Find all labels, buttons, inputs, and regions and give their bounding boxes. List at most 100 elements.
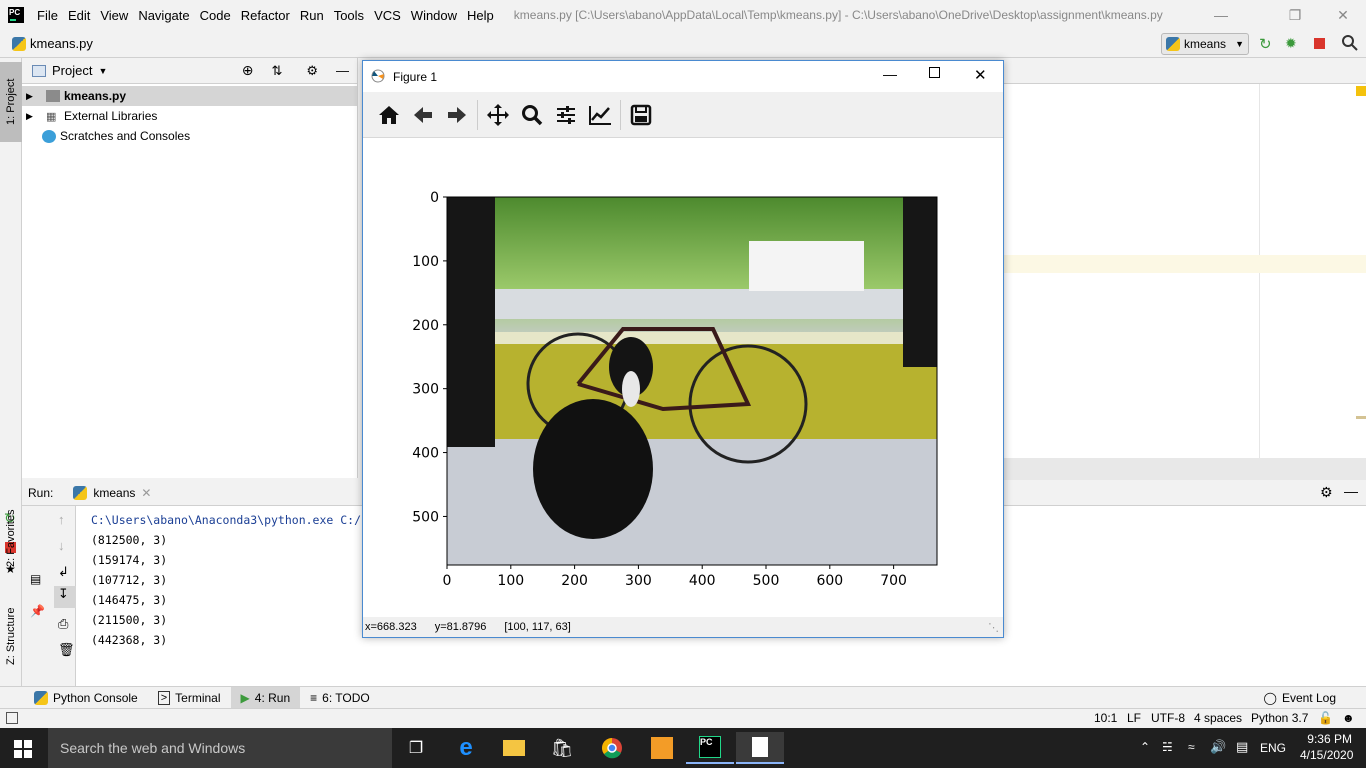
back-icon[interactable] (409, 101, 437, 129)
file-explorer-icon[interactable] (490, 732, 538, 764)
restore-window-button[interactable]: ❐ (1272, 0, 1318, 30)
lock-icon[interactable]: 🔓 (1318, 711, 1333, 725)
window-title: kmeans.py [C:\Users\abano\AppData\Local\… (513, 8, 1163, 22)
down-arrow-icon[interactable]: ↓ (58, 538, 65, 553)
edit-axis-icon[interactable] (586, 101, 614, 129)
caret-position[interactable]: 10:1 (1094, 711, 1117, 725)
close-window-button[interactable]: ✕ (1320, 0, 1366, 30)
volume-icon[interactable]: 🔊 (1210, 739, 1226, 755)
hide-panel-icon[interactable]: — (336, 63, 349, 78)
pdf-app-icon[interactable] (638, 732, 686, 764)
navigation-bar: kmeans.py kmeans ▼ ↻ ✹ (0, 30, 1366, 58)
collapse-icon[interactable]: ⇅ (271, 63, 282, 79)
inspection-indicator[interactable] (1356, 86, 1366, 96)
tree-item-label: External Libraries (64, 109, 158, 123)
event-log-tab[interactable]: ◯ Event Log (1254, 687, 1346, 709)
soft-wrap-icon[interactable]: ↲ (58, 564, 69, 580)
tree-item-kmeans[interactable]: ▶ kmeans.py (22, 86, 357, 106)
target-icon[interactable]: ⊕ (242, 62, 254, 79)
chevron-right-icon[interactable]: ▶ (26, 91, 36, 102)
plot-canvas[interactable]: 0 100 200 300 400 500 600 700 0 100 200 300 400 500 (363, 139, 1003, 619)
maximize-icon[interactable] (929, 67, 940, 78)
run-tab-button[interactable]: ▶ 4: Run (230, 686, 301, 709)
run-tab[interactable]: kmeans (93, 486, 135, 500)
menu-code[interactable]: Code (195, 8, 236, 23)
menu-bar: FileEditViewNavigateCodeRefactorRunTools… (0, 0, 1366, 30)
rerun-icon[interactable]: ↻ (1259, 35, 1275, 53)
inspector-icon[interactable]: ☻ (1342, 711, 1355, 725)
menu-file[interactable]: File (32, 8, 63, 23)
python-console-tab[interactable]: Python Console (24, 687, 148, 709)
minimize-icon[interactable]: — (883, 66, 897, 82)
project-panel-title[interactable]: Project (52, 63, 92, 78)
image-axes[interactable] (447, 197, 937, 565)
indent-setting[interactable]: 4 spaces (1194, 711, 1242, 725)
menu-run[interactable]: Run (295, 8, 329, 23)
chevron-down-icon[interactable]: ▼ (98, 66, 107, 76)
pan-icon[interactable] (484, 101, 512, 129)
trash-icon[interactable]: 🗑 (58, 642, 75, 658)
close-tab-icon[interactable]: ✕ (141, 486, 151, 500)
menu-tools[interactable]: Tools (329, 8, 369, 23)
menu-window[interactable]: Window (406, 8, 462, 23)
chrome-icon[interactable] (588, 732, 636, 764)
notepad-icon[interactable] (736, 732, 784, 764)
close-icon[interactable]: ✕ (974, 66, 987, 84)
taskbar-search-input[interactable]: Search the web and Windows (48, 728, 392, 768)
notification-icon[interactable]: ▤ (1236, 739, 1248, 755)
pycharm-taskbar-icon[interactable]: PC (686, 732, 734, 764)
menu-help[interactable]: Help (462, 8, 499, 23)
store-icon[interactable]: 🛍 (538, 732, 586, 764)
chevron-right-icon[interactable]: ▶ (26, 111, 36, 122)
hide-panel-icon[interactable]: — (1344, 483, 1358, 499)
minimize-window-button[interactable]: — (1198, 0, 1244, 30)
forward-icon[interactable] (443, 101, 471, 129)
figure-title-bar[interactable]: Figure 1 — ✕ (363, 61, 1003, 92)
edge-icon[interactable]: e (442, 732, 490, 764)
run-configuration-select[interactable]: kmeans ▼ (1161, 33, 1249, 55)
network-icon[interactable]: ☵ (1162, 740, 1173, 754)
menu-edit[interactable]: Edit (63, 8, 95, 23)
configure-icon[interactable] (552, 101, 580, 129)
todo-tab[interactable]: ≡ 6: TODO (300, 687, 380, 709)
tree-item-scratches[interactable]: Scratches and Consoles (22, 126, 357, 146)
gear-icon[interactable]: ⚙ (1320, 484, 1333, 501)
menu-view[interactable]: View (95, 8, 133, 23)
cursor-x: x=668.323 (365, 621, 417, 633)
figure-window[interactable]: Figure 1 — ✕ 0 100 200 300 400 500 600 7… (362, 60, 1004, 638)
tree-item-external-libraries[interactable]: ▶ ▦ External Libraries (22, 106, 357, 126)
debug-icon[interactable]: ✹ (1285, 35, 1301, 51)
search-icon[interactable] (1341, 34, 1359, 52)
breadcrumb[interactable]: kmeans.py (12, 36, 93, 51)
chevron-up-icon[interactable]: ⌃ (1140, 740, 1150, 754)
tool-windows-icon[interactable] (6, 712, 18, 724)
file-encoding[interactable]: UTF-8 (1151, 711, 1185, 725)
wifi-icon[interactable]: ≈ (1188, 740, 1195, 754)
resize-grip-icon[interactable]: ⋱ (988, 621, 999, 634)
language-indicator[interactable]: ENG (1260, 741, 1286, 755)
menu-vcs[interactable]: VCS (369, 8, 406, 23)
print-icon[interactable]: ⎙ (58, 616, 68, 632)
editor-area[interactable] (1004, 58, 1366, 478)
structure-tool-tab[interactable]: Z: Structure (0, 596, 22, 676)
matplotlib-icon (371, 69, 385, 83)
layout-icon[interactable]: ▤ (30, 572, 41, 586)
up-arrow-icon[interactable]: ↑ (58, 512, 65, 527)
task-view-icon[interactable]: ❐ (392, 732, 440, 764)
windows-start-icon[interactable] (14, 740, 32, 758)
clock[interactable]: 9:36 PM 4/15/2020 (1300, 732, 1353, 762)
gear-icon[interactable]: ⚙ (306, 63, 318, 79)
terminal-tab[interactable]: > Terminal (148, 687, 231, 709)
scroll-to-end-icon[interactable]: ↧ (54, 586, 76, 608)
pin-icon[interactable]: 📌 (30, 604, 45, 618)
interpreter[interactable]: Python 3.7 (1251, 711, 1308, 725)
home-icon[interactable] (375, 101, 403, 129)
menu-refactor[interactable]: Refactor (236, 8, 295, 23)
project-tool-tab[interactable]: 1: Project (0, 62, 22, 142)
zoom-icon[interactable] (518, 101, 546, 129)
save-icon[interactable] (627, 101, 655, 129)
console-line: C:\Users\abano\Anaconda3\python.exe C:/ (91, 513, 362, 527)
line-separator[interactable]: LF (1127, 711, 1141, 725)
stop-icon[interactable] (1314, 38, 1325, 49)
menu-navigate[interactable]: Navigate (133, 8, 194, 23)
